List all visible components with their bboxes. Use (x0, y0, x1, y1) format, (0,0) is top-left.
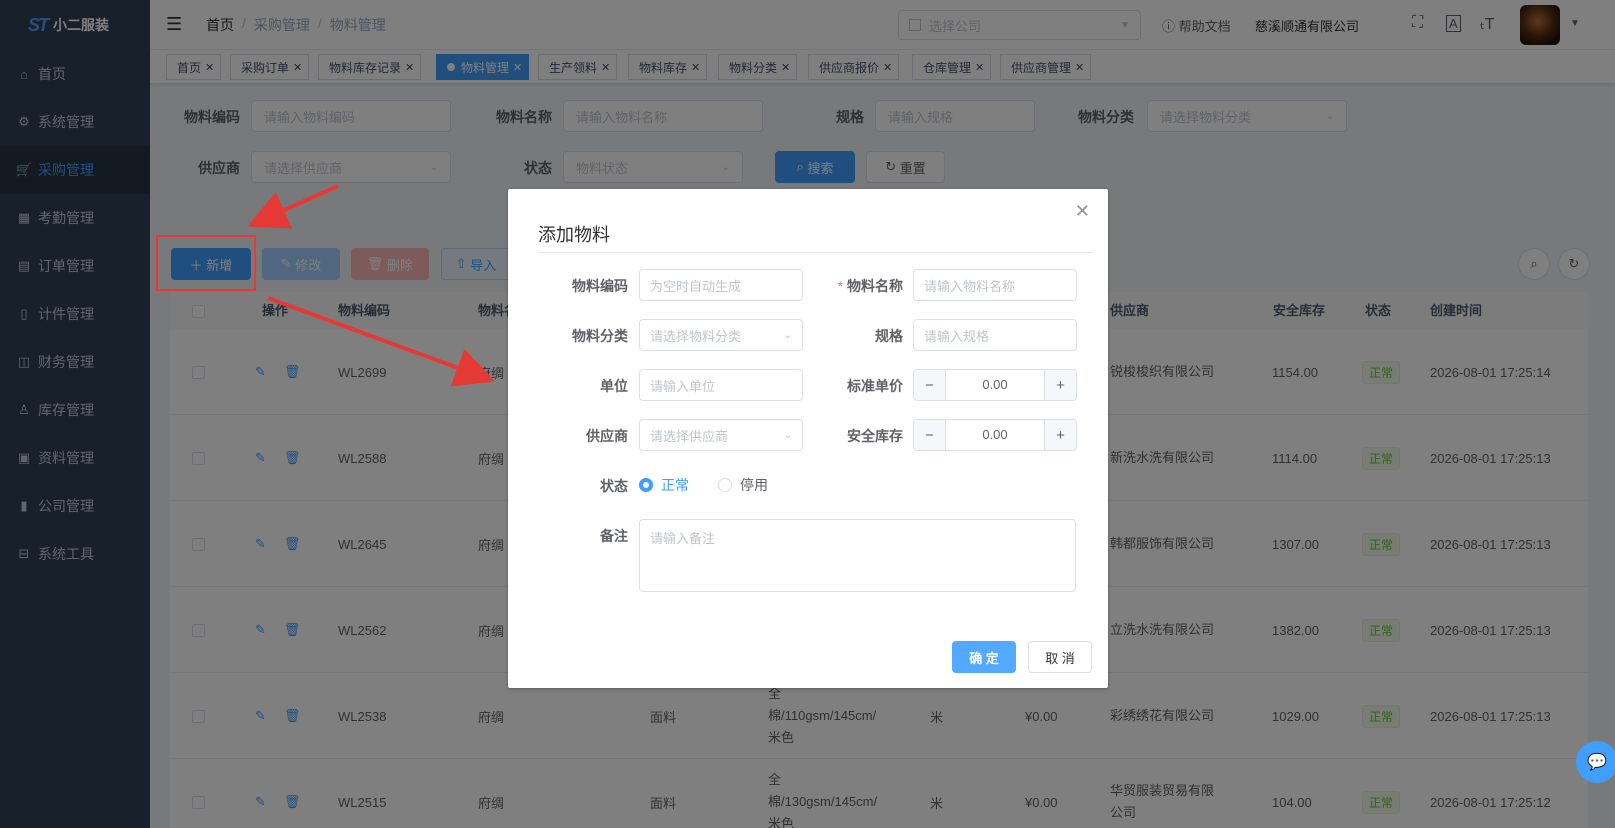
placeholder: 为空时自动生成 (650, 278, 742, 294)
chevron-down-icon: ⌄ (783, 429, 792, 441)
placeholder: 请输入物料名称 (924, 278, 1016, 294)
unit-label: 单位 (600, 378, 628, 394)
supplier-select[interactable]: 请选择供应商 ⌄ (639, 419, 803, 451)
confirm-button-label: 确 定 (969, 650, 999, 666)
price-stepper[interactable]: − 0.00 + (913, 369, 1077, 401)
radio-label: 停用 (740, 477, 768, 493)
status-radio-disabled[interactable]: 停用 (718, 475, 768, 495)
placeholder: 请输入单位 (650, 378, 716, 394)
radio-circle[interactable] (718, 478, 732, 492)
add-material-dialog: 添加物料 ✕ 物料编码 为空时自动生成 * 物料名称 请输入物料名称 物料分类 请… (508, 189, 1108, 688)
remark-textarea[interactable]: 请输入备注 (639, 519, 1076, 592)
unit-input[interactable]: 请输入单位 (639, 369, 803, 401)
name-label: * 物料名称 (813, 276, 903, 296)
spec-input[interactable]: 请输入规格 (913, 319, 1077, 351)
annotation-highlight-box (156, 235, 256, 291)
category-select[interactable]: 请选择物料分类 ⌄ (639, 319, 803, 351)
safety-stock-value[interactable]: 0.00 (946, 420, 1044, 450)
placeholder: 请选择供应商 (650, 428, 729, 444)
confirm-button[interactable]: 确 定 (952, 641, 1016, 673)
price-label: 标准单价 (847, 378, 903, 394)
radio-label: 正常 (661, 477, 689, 493)
minus-icon[interactable]: − (914, 370, 946, 400)
status-radio-normal[interactable]: 正常 (639, 475, 689, 495)
chat-icon: 💬 (1587, 754, 1607, 771)
code-label: 物料编码 (572, 278, 628, 294)
placeholder: 请输入规格 (924, 328, 990, 344)
name-input[interactable]: 请输入物料名称 (913, 269, 1077, 301)
plus-icon[interactable]: + (1044, 420, 1076, 450)
safety-stock-stepper[interactable]: − 0.00 + (913, 419, 1077, 451)
placeholder: 请输入备注 (650, 531, 716, 546)
supplier-label: 供应商 (586, 428, 628, 444)
dialog-divider (538, 252, 1092, 253)
price-value[interactable]: 0.00 (946, 370, 1044, 400)
safety-stock-label: 安全库存 (847, 428, 903, 444)
status-label: 状态 (600, 478, 628, 494)
remark-label: 备注 (600, 528, 628, 544)
radio-circle[interactable] (639, 478, 653, 492)
required-mark: * (837, 278, 843, 294)
chevron-down-icon: ⌄ (783, 329, 792, 341)
cancel-button[interactable]: 取 消 (1028, 641, 1092, 673)
spec-label: 规格 (875, 328, 903, 344)
chat-floating-button[interactable]: 💬 (1576, 741, 1615, 783)
plus-icon[interactable]: + (1044, 370, 1076, 400)
minus-icon[interactable]: − (914, 420, 946, 450)
cancel-button-label: 取 消 (1045, 650, 1075, 666)
code-input[interactable]: 为空时自动生成 (639, 269, 803, 301)
close-icon[interactable]: ✕ (1075, 201, 1090, 222)
placeholder: 请选择物料分类 (650, 328, 742, 344)
name-label-text: 物料名称 (847, 278, 903, 294)
category-label: 物料分类 (572, 328, 628, 344)
dialog-title: 添加物料 (538, 225, 610, 245)
